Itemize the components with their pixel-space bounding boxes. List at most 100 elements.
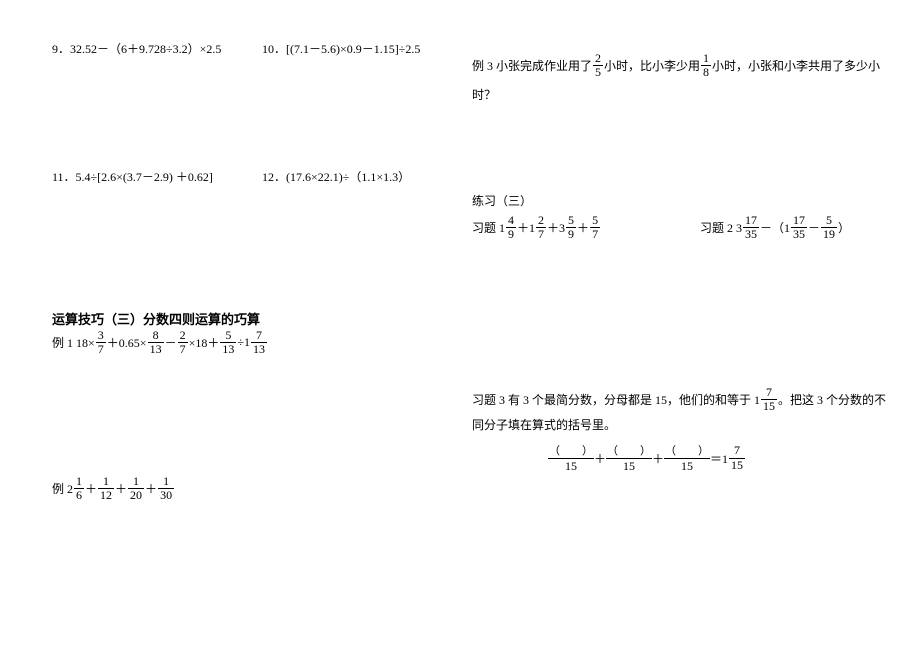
ex3-f2-num: 1 (701, 52, 711, 66)
ex2-op3: ＋ (145, 480, 157, 497)
ex2-frac-3: 1 20 (128, 475, 144, 502)
ex2-frac-2: 1 12 (98, 475, 114, 502)
q2-f2-den: 35 (791, 228, 807, 241)
ex1-f5-den: 13 (251, 343, 267, 356)
ex3-text-a: 例 3 小张完成作业用了 (472, 57, 592, 74)
ex1-frac-3: 2 7 (178, 329, 188, 356)
q3-blank-1: （ ） 15 (548, 442, 594, 474)
q2-op1: －（1 (760, 219, 790, 236)
q1-frac-1: 4 9 (506, 214, 516, 241)
q2-f2-num: 17 (791, 214, 807, 228)
problem-10: 10．[(7.1－5.6)×0.9－1.15]÷2.5 (262, 40, 420, 57)
ex3-text-b: 小时，比小李少用 (604, 57, 700, 74)
q2-frac-1: 17 35 (743, 214, 759, 241)
ex2-f1-den: 6 (74, 489, 84, 502)
q1-f3-den: 9 (566, 228, 576, 241)
example-3-line1: 例 3 小张完成作业用了 2 5 小时，比小李少用 1 8 小时，小张和小李共用… (472, 52, 880, 79)
ex2-frac-1: 1 6 (74, 475, 84, 502)
practice-title-text: 练习（三） (472, 192, 532, 209)
ex1-op4: ÷1 (237, 335, 250, 350)
question-3-line2: 同分子填在算式的括号里。 (472, 416, 616, 433)
q1-f1-den: 9 (506, 228, 516, 241)
q3-text-c: 同分子填在算式的括号里。 (472, 416, 616, 433)
ex1-f3-num: 2 (178, 329, 188, 343)
ex2-f1-num: 1 (74, 475, 84, 489)
ex1-label: 例 1 18× (52, 334, 95, 351)
ex1-f3-den: 7 (178, 343, 188, 356)
question-3-line1: 习题 3 有 3 个最简分数，分母都是 15，他们的和等于 1 7 15 。把这… (472, 386, 886, 413)
example-3-line2: 时？ (472, 86, 496, 103)
ex3-frac-1: 2 5 (593, 52, 603, 79)
ex2-op1: ＋ (85, 480, 97, 497)
problem-10-text: 10．[(7.1－5.6)×0.9－1.15]÷2.5 (262, 40, 420, 57)
ex1-f1-num: 3 (96, 329, 106, 343)
q2-f1-num: 17 (743, 214, 759, 228)
q3-text-a: 习题 3 有 3 个最简分数，分母都是 15，他们的和等于 1 (472, 391, 760, 408)
ex3-f2-den: 8 (701, 66, 711, 79)
q1-frac-4: 5 7 (590, 214, 600, 241)
q3-f1-den: 15 (761, 400, 777, 413)
q3-text-b: 。把这 3 个分数的不 (778, 391, 886, 408)
q3-result-frac: 7 15 (729, 444, 745, 471)
question-3-equation: （ ） 15 ＋ （ ） 15 ＋ （ ） 15 ＝1 7 15 (548, 442, 746, 474)
question-1: 习题 1 4 9 ＋1 2 7 ＋3 5 9 ＋ 5 7 (472, 214, 601, 241)
q2-f3-num: 5 (821, 214, 837, 228)
q3-frac-1: 7 15 (761, 386, 777, 413)
section-title-text: 运算技巧（三）分数四则运算的巧算 (52, 309, 260, 328)
q1-f4-den: 7 (590, 228, 600, 241)
ex3-text-c: 小时，小张和小李共用了多少小 (712, 57, 880, 74)
q2-frac-3: 5 19 (821, 214, 837, 241)
q3-rf-den: 15 (729, 459, 745, 472)
q2-f1-den: 35 (743, 228, 759, 241)
ex1-frac-4: 5 13 (220, 329, 236, 356)
q3-blank-2: （ ） 15 (606, 442, 652, 474)
q2-op2: － (808, 219, 820, 236)
q1-frac-2: 2 7 (536, 214, 546, 241)
ex2-f2-den: 12 (98, 489, 114, 502)
ex1-op3: ×18＋ (189, 334, 220, 351)
q3-blank-3: （ ） 15 (664, 442, 710, 474)
q1-frac-3: 5 9 (566, 214, 576, 241)
problem-9: 9．32.52－（6＋9.728÷3.2）×2.5 (52, 40, 221, 57)
q1-op2: ＋3 (547, 219, 565, 236)
q1-f3-num: 5 (566, 214, 576, 228)
section-title: 运算技巧（三）分数四则运算的巧算 (52, 309, 260, 328)
q3-eq: ＝1 (710, 450, 728, 467)
ex3-f1-num: 2 (593, 52, 603, 66)
problem-9-text: 9．32.52－（6＋9.728÷3.2）×2.5 (52, 40, 221, 57)
ex1-op2: － (165, 334, 177, 351)
ex1-frac-1: 3 7 (96, 329, 106, 356)
q1-op3: ＋ (577, 219, 589, 236)
ex1-frac-5: 7 13 (251, 329, 267, 356)
q2-op3: ） (838, 219, 850, 236)
ex3-f1-den: 5 (593, 66, 603, 79)
q1-f1-num: 4 (506, 214, 516, 228)
q2-label: 习题 2 3 (700, 219, 742, 236)
q1-label: 习题 1 (472, 219, 505, 236)
q3-rf-num: 7 (729, 444, 745, 458)
example-2: 例 2 1 6 ＋ 1 12 ＋ 1 20 ＋ 1 30 (52, 475, 175, 502)
q3-plus-1: ＋ (594, 450, 606, 467)
q3-blank1-num: （ ） (548, 442, 594, 459)
ex1-f1-den: 7 (96, 343, 106, 356)
q3-f1-num: 7 (761, 386, 777, 400)
ex1-f5-num: 7 (251, 329, 267, 343)
problem-12-text: 12．(17.6×22.1)÷（1.1×1.3） (262, 168, 410, 185)
problem-12: 12．(17.6×22.1)÷（1.1×1.3） (262, 168, 410, 185)
q3-blank3-den: 15 (664, 459, 710, 474)
ex1-f4-num: 5 (220, 329, 236, 343)
ex1-frac-2: 8 13 (148, 329, 164, 356)
ex2-f4-den: 30 (158, 489, 174, 502)
ex1-f2-den: 13 (148, 343, 164, 356)
q3-blank2-den: 15 (606, 459, 652, 474)
ex1-f2-num: 8 (148, 329, 164, 343)
ex2-label: 例 2 (52, 480, 73, 497)
ex1-op1: ＋0.65× (107, 334, 147, 351)
practice-title: 练习（三） (472, 192, 532, 209)
ex2-op2: ＋ (115, 480, 127, 497)
ex3-text-d: 时？ (472, 86, 496, 103)
q2-frac-2: 17 35 (791, 214, 807, 241)
q3-plus-2: ＋ (652, 450, 664, 467)
problem-11-text: 11．5.4÷[2.6×(3.7－2.9) ＋0.62] (52, 168, 213, 185)
ex1-f4-den: 13 (220, 343, 236, 356)
